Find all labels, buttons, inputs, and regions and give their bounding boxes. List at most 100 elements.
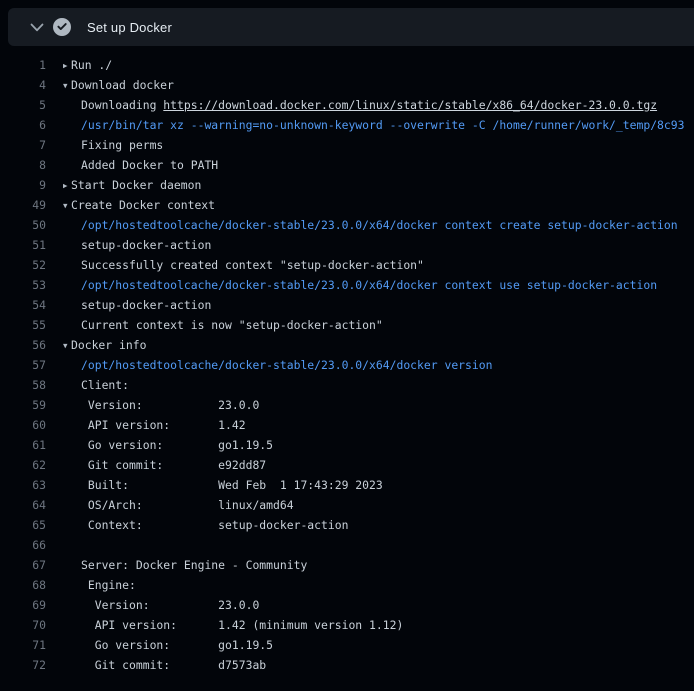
log-group-toggle[interactable]: ▼Docker info [63,335,146,355]
log-line: 54 setup-docker-action [0,295,694,315]
line-number-link[interactable]: 52 [0,255,46,275]
triangle-right-icon: ▶ [63,56,71,76]
log-line: 68 Engine: [0,575,694,595]
output-text: Fixing perms [81,135,163,155]
line-number-link[interactable]: 69 [0,595,46,615]
status-check-icon [53,18,71,36]
line-number-link[interactable]: 68 [0,575,46,595]
output-text: Git commit: e92dd87 [81,455,266,475]
log-group-toggle[interactable]: ▼Download docker [63,75,174,95]
line-number-link[interactable]: 66 [0,535,46,555]
line-number-link[interactable]: 71 [0,635,46,655]
line-number-link[interactable]: 57 [0,355,46,375]
output-text: API version: 1.42 [81,415,246,435]
output-text: Git commit: d7573ab [81,655,266,675]
line-number-link[interactable]: 50 [0,215,46,235]
line-number-link[interactable]: 5 [0,95,46,115]
output-text: Built: Wed Feb 1 17:43:29 2023 [81,475,383,495]
log-line: 62 Git commit: e92dd87 [0,455,694,475]
chevron-down-icon[interactable] [30,23,44,32]
line-number-link[interactable]: 67 [0,555,46,575]
log-line: 53/opt/hostedtoolcache/docker-stable/23.… [0,275,694,295]
line-number-link[interactable]: 1 [0,55,46,75]
line-number-link[interactable]: 72 [0,655,46,675]
output-text: Current context is now "setup-docker-act… [81,315,383,335]
triangle-down-icon: ▼ [63,336,71,356]
command-text: /opt/hostedtoolcache/docker-stable/23.0.… [81,275,657,295]
line-number-link[interactable]: 51 [0,235,46,255]
log-line: 65 Context: setup-docker-action [0,515,694,535]
line-number-link[interactable]: 53 [0,275,46,295]
line-number-link[interactable]: 56 [0,335,46,355]
line-number-link[interactable]: 54 [0,295,46,315]
line-number-link[interactable]: 60 [0,415,46,435]
log-group-toggle[interactable]: ▶Start Docker daemon [63,175,201,195]
triangle-right-icon: ▶ [63,176,71,196]
step-header[interactable]: Set up Docker [8,8,694,46]
line-number-link[interactable]: 62 [0,455,46,475]
output-text: setup-docker-action [81,295,211,315]
line-number-link[interactable]: 58 [0,375,46,395]
step-title: Set up Docker [87,20,172,35]
command-text: /usr/bin/tar xz --warning=no-unknown-key… [81,115,684,135]
log-line: 61 Go version: go1.19.5 [0,435,694,455]
log-line: 57/opt/hostedtoolcache/docker-stable/23.… [0,355,694,375]
line-number-link[interactable]: 61 [0,435,46,455]
group-title: Download docker [71,78,174,92]
group-title: Create Docker context [71,198,215,212]
triangle-down-icon: ▼ [63,76,71,96]
line-number-link[interactable]: 65 [0,515,46,535]
log-line: 4 ▼Download docker [0,75,694,95]
log-url-link[interactable]: https://download.docker.com/linux/static… [163,98,657,112]
line-number-link[interactable]: 8 [0,155,46,175]
line-number-link[interactable]: 70 [0,615,46,635]
line-number-link[interactable]: 63 [0,475,46,495]
log-line: 6/usr/bin/tar xz --warning=no-unknown-ke… [0,115,694,135]
log-line: 60 API version: 1.42 [0,415,694,435]
line-number-link[interactable]: 59 [0,395,46,415]
log-line: 59 Version: 23.0.0 [0,395,694,415]
line-number-link[interactable]: 4 [0,75,46,95]
output-text: Added Docker to PATH [81,155,218,175]
log-line: 50/opt/hostedtoolcache/docker-stable/23.… [0,215,694,235]
log-line: 70 API version: 1.42 (minimum version 1.… [0,615,694,635]
output-text: Go version: go1.19.5 [81,635,273,655]
log-line: 8 Added Docker to PATH [0,155,694,175]
output-text: Client: [81,375,129,395]
log-line: 66 [0,535,694,555]
log-group-toggle[interactable]: ▼Create Docker context [63,195,215,215]
log-line: 69 Version: 23.0.0 [0,595,694,615]
log-line: 56 ▼Docker info [0,335,694,355]
group-title: Docker info [71,338,146,352]
line-number-link[interactable]: 7 [0,135,46,155]
log-line: 51 setup-docker-action [0,235,694,255]
workflow-log-viewer: Set up Docker 1▶Run ./4▼Download docker5… [0,8,694,675]
output-text: setup-docker-action [81,235,211,255]
output-text: Version: 23.0.0 [81,395,259,415]
output-text: Context: setup-docker-action [81,515,348,535]
command-text: /opt/hostedtoolcache/docker-stable/23.0.… [81,215,678,235]
log-line: 72 Git commit: d7573ab [0,655,694,675]
log-line: 63 Built: Wed Feb 1 17:43:29 2023 [0,475,694,495]
output-text: Downloading https://download.docker.com/… [81,95,657,115]
triangle-down-icon: ▼ [63,196,71,216]
log-line: 55 Current context is now "setup-docker-a… [0,315,694,335]
output-text: Version: 23.0.0 [81,595,259,615]
log-line: 7 Fixing perms [0,135,694,155]
log-line: 1 ▶Run ./ [0,55,694,75]
output-text: OS/Arch: linux/amd64 [81,495,294,515]
command-text: /opt/hostedtoolcache/docker-stable/23.0.… [81,355,492,375]
log-line: 67Server: Docker Engine - Community [0,555,694,575]
output-text: Engine: [81,575,136,595]
line-number-link[interactable]: 64 [0,495,46,515]
log-line: 64 OS/Arch: linux/amd64 [0,495,694,515]
group-title: Start Docker daemon [71,178,201,192]
log-line: 5 Downloading https://download.docker.com… [0,95,694,115]
line-number-link[interactable]: 6 [0,115,46,135]
log-line: 49 ▼Create Docker context [0,195,694,215]
log-group-toggle[interactable]: ▶Run ./ [63,55,112,75]
line-number-link[interactable]: 9 [0,175,46,195]
line-number-link[interactable]: 55 [0,315,46,335]
line-number-link[interactable]: 49 [0,195,46,215]
log-line: 58 Client: [0,375,694,395]
